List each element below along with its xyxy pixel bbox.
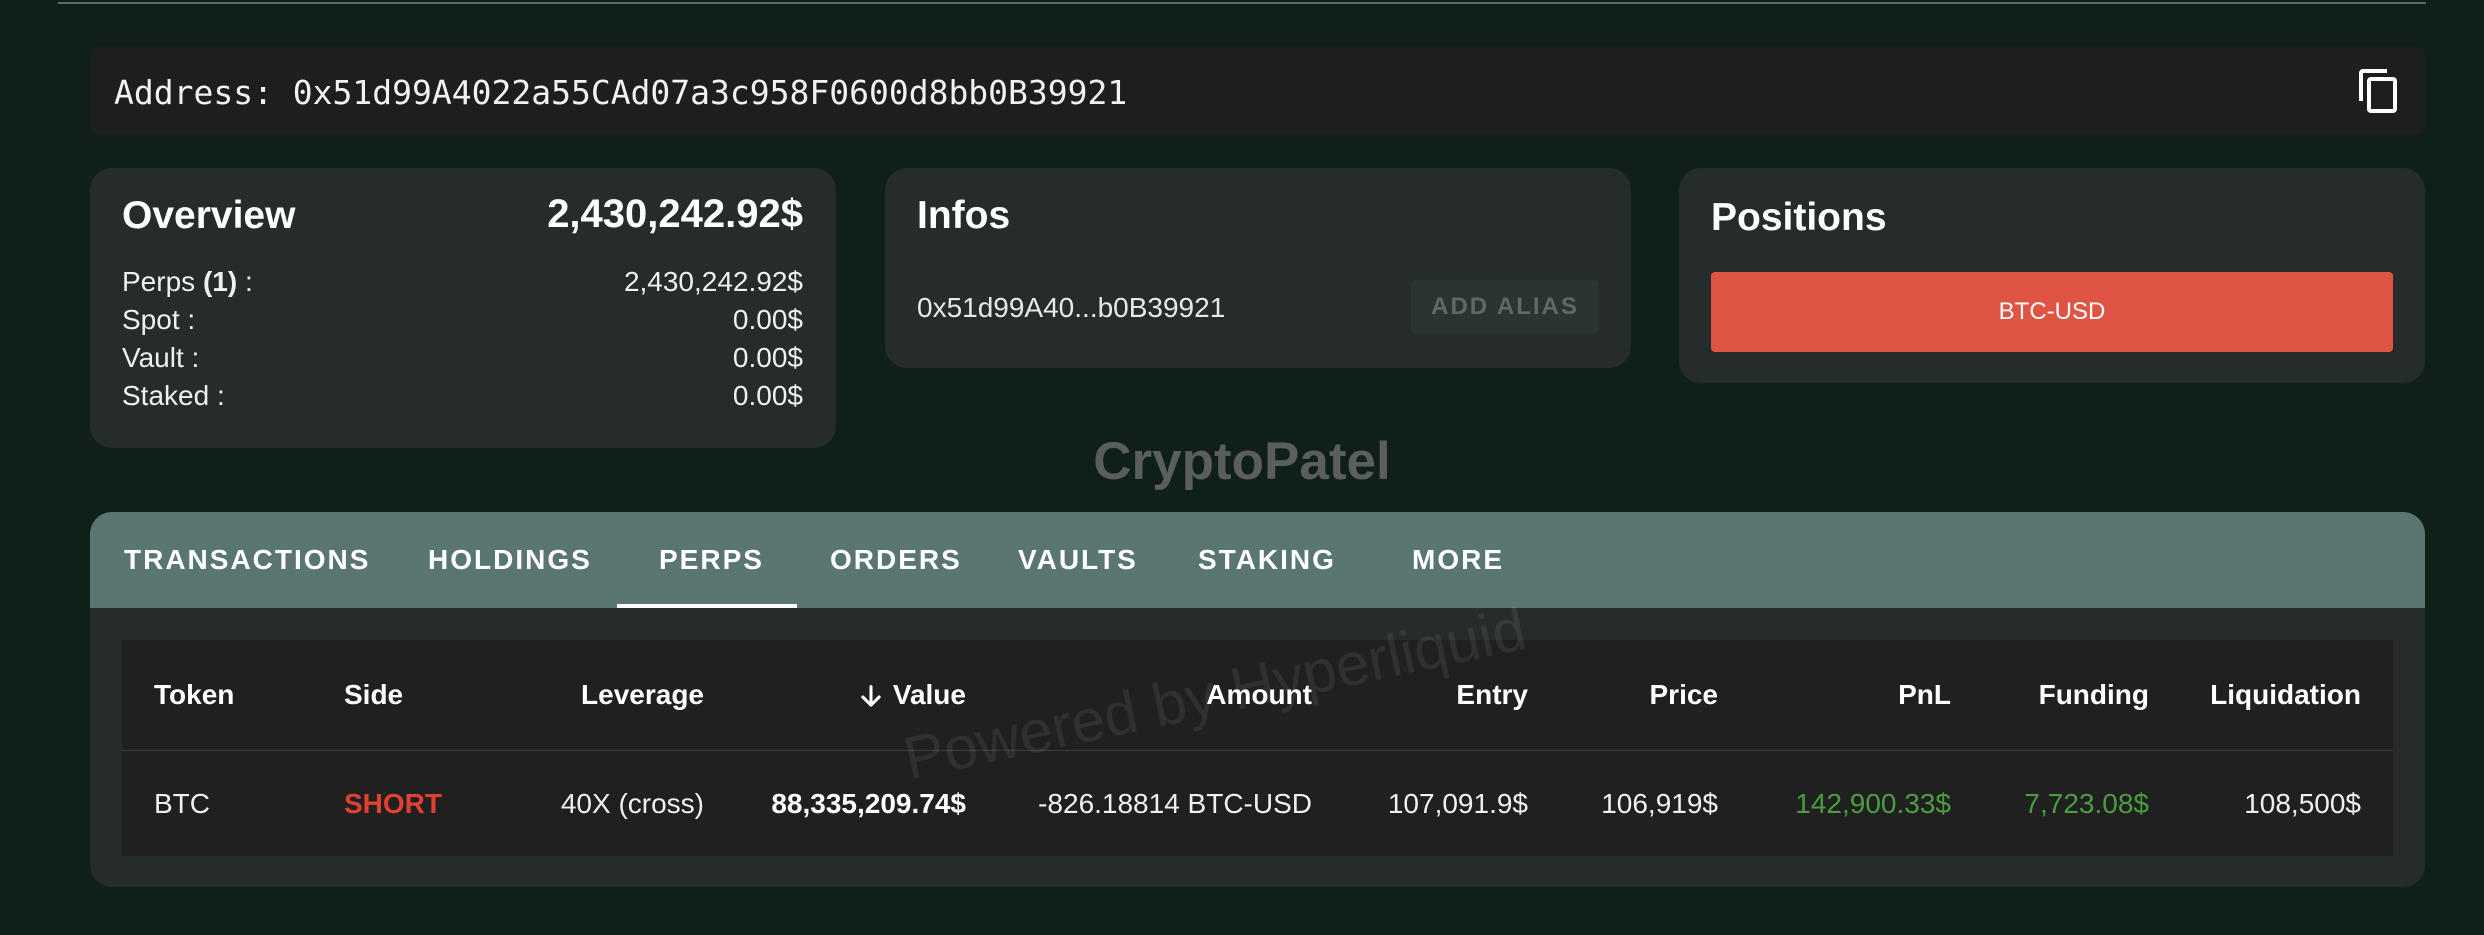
tab-staking[interactable]: STAKING bbox=[1198, 512, 1336, 608]
column-header-side[interactable]: Side bbox=[344, 640, 403, 750]
position-button-btc-usd[interactable]: BTC-USD bbox=[1711, 272, 2393, 352]
cell-price: 106,919$ bbox=[1601, 788, 1718, 819]
overview-row-value: 0.00$ bbox=[732, 342, 803, 373]
overview-total: 2,430,242.92$ bbox=[547, 192, 803, 236]
tab-transactions[interactable]: TRANSACTIONS bbox=[124, 512, 370, 608]
cell-funding: 7,723.08$ bbox=[2024, 788, 2149, 819]
positions-card: Positions BTC-USD bbox=[1679, 168, 2425, 383]
arrow-down-icon bbox=[861, 684, 881, 707]
column-header-funding[interactable]: Funding bbox=[2039, 640, 2149, 750]
perps-count: (1) bbox=[202, 266, 238, 297]
address-text: Address: 0x51d99A4022a55CAd07a3c958F0600… bbox=[114, 73, 1128, 112]
add-alias-button[interactable]: ADD ALIAS bbox=[1411, 280, 1599, 334]
brand-watermark: CryptoPatel bbox=[1093, 432, 1391, 491]
cell-pnl: 142,900.33$ bbox=[1795, 788, 1951, 819]
tab-holdings[interactable]: HOLDINGS bbox=[428, 512, 592, 608]
overview-row-vault: Vault : 0.00$ bbox=[122, 342, 803, 378]
active-tab-indicator bbox=[617, 604, 797, 608]
overview-row-label: Vault : bbox=[122, 342, 200, 373]
cell-leverage: 40X (cross) bbox=[560, 788, 704, 819]
overview-card: Overview 2,430,242.92$ Perps (1) : 2,430… bbox=[90, 168, 836, 448]
short-address: 0x51d99A40...b0B39921 bbox=[917, 292, 1226, 323]
column-header-liquidation[interactable]: Liquidation bbox=[2210, 640, 2361, 750]
cell-side: SHORT bbox=[344, 788, 442, 819]
cell-amount: -826.18814 BTC-USD bbox=[1038, 788, 1312, 819]
tab-vaults[interactable]: VAULTS bbox=[1018, 512, 1138, 608]
overview-row-label: Staked : bbox=[122, 380, 225, 411]
tab-more[interactable]: MORE bbox=[1412, 512, 1504, 608]
top-divider bbox=[58, 2, 2426, 4]
overview-row-value: 2,430,242.92$ bbox=[623, 266, 803, 297]
infos-title: Infos bbox=[917, 194, 1011, 237]
overview-row-spot: Spot : 0.00$ bbox=[122, 304, 803, 340]
overview-row-value: 0.00$ bbox=[732, 380, 803, 411]
column-header-price[interactable]: Price bbox=[1650, 640, 1719, 750]
overview-row-value: 0.00$ bbox=[732, 304, 803, 335]
overview-row-perps: Perps (1) : 2,430,242.92$ bbox=[122, 266, 803, 302]
cell-token: BTC bbox=[154, 788, 210, 819]
column-header-token[interactable]: Token bbox=[154, 640, 234, 750]
column-header-leverage[interactable]: Leverage bbox=[581, 640, 704, 750]
overview-row-label: Perps (1) : bbox=[122, 266, 253, 297]
cell-entry: 107,091.9$ bbox=[1387, 788, 1528, 819]
address-bar: Address: 0x51d99A4022a55CAd07a3c958F0600… bbox=[90, 47, 2425, 135]
column-header-pnl[interactable]: PnL bbox=[1898, 640, 1951, 750]
tab-orders[interactable]: ORDERS bbox=[830, 512, 962, 608]
tab-perps[interactable]: PERPS bbox=[659, 512, 764, 608]
overview-title: Overview bbox=[122, 194, 296, 237]
copy-icon[interactable] bbox=[2355, 67, 2403, 115]
infos-card: Infos 0x51d99A40...b0B39921 ADD ALIAS bbox=[885, 168, 1631, 368]
overview-row-label: Spot : bbox=[122, 304, 196, 335]
overview-row-staked: Staked : 0.00$ bbox=[122, 380, 803, 416]
cell-liquidation: 108,500$ bbox=[2244, 788, 2361, 819]
positions-title: Positions bbox=[1711, 196, 1887, 239]
tab-bar: TRANSACTIONS HOLDINGS PERPS ORDERS VAULT… bbox=[90, 512, 2425, 608]
